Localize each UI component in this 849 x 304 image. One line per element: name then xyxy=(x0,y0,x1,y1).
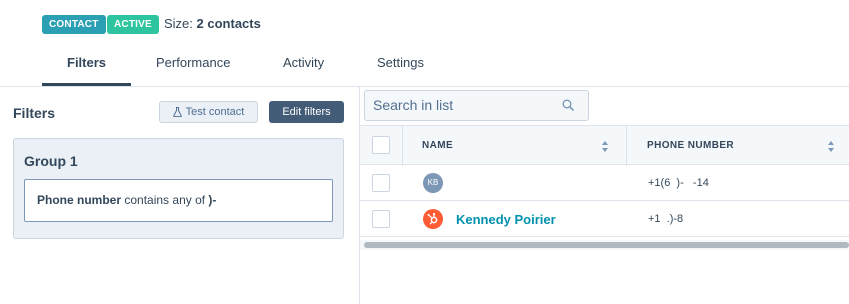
filter-group: Group 1 Phone number contains any of )- xyxy=(13,138,344,239)
column-divider xyxy=(402,126,403,166)
column-header-name[interactable]: NAME xyxy=(422,140,453,151)
flask-icon xyxy=(172,107,182,117)
list-header: CONTACT ACTIVE Size: 2 contacts xyxy=(0,0,849,45)
list-size: Size: 2 contacts xyxy=(164,16,261,31)
row-checkbox[interactable] xyxy=(372,174,390,192)
avatar: KB xyxy=(423,173,443,193)
size-value: 2 contacts xyxy=(196,16,261,31)
test-contact-button[interactable]: Test contact xyxy=(159,101,258,123)
filters-panel: Filters Test contact Edit filters Group … xyxy=(0,87,359,304)
filters-title: Filters xyxy=(13,105,56,121)
table-row: Kennedy Poirier +1 .)-8 xyxy=(360,201,849,237)
filter-value: )- xyxy=(208,193,217,207)
contact-badge: CONTACT xyxy=(42,15,106,34)
sort-icon[interactable] xyxy=(827,140,835,153)
tab-activity[interactable]: Activity xyxy=(283,55,324,70)
horizontal-scrollbar[interactable] xyxy=(364,242,849,248)
contacts-table-panel: Search in list NAME PHONE NUMBER KB +1(6… xyxy=(360,87,849,304)
column-header-phone[interactable]: PHONE NUMBER xyxy=(647,140,734,151)
edit-filters-button[interactable]: Edit filters xyxy=(269,101,344,123)
select-all-checkbox[interactable] xyxy=(372,136,390,154)
filter-operator: contains any of xyxy=(124,193,206,207)
table-header: NAME PHONE NUMBER xyxy=(360,125,849,166)
filter-property: Phone number xyxy=(37,193,122,207)
search-input[interactable]: Search in list xyxy=(364,90,589,121)
phone-number: +1 .)-8 xyxy=(648,213,714,225)
tab-bar: Filters Performance Activity Settings xyxy=(0,45,849,87)
contact-name-link[interactable]: Kennedy Poirier xyxy=(456,212,556,227)
tab-filters[interactable]: Filters xyxy=(67,55,106,70)
size-label: Size: xyxy=(164,16,193,31)
tab-performance[interactable]: Performance xyxy=(156,55,230,70)
search-icon[interactable] xyxy=(562,99,574,111)
search-placeholder: Search in list xyxy=(373,97,454,113)
active-tab-indicator xyxy=(42,83,131,86)
phone-number: +1(6 )- -14 xyxy=(648,177,718,189)
group-title: Group 1 xyxy=(24,153,78,169)
test-contact-label: Test contact xyxy=(185,106,245,118)
table-row: KB +1(6 )- -14 xyxy=(360,165,849,201)
active-badge: ACTIVE xyxy=(107,15,159,34)
column-divider xyxy=(626,126,627,166)
sort-icon[interactable] xyxy=(601,140,609,153)
filter-rule[interactable]: Phone number contains any of )- xyxy=(24,179,333,222)
hubspot-sprocket-icon xyxy=(423,209,443,229)
row-checkbox[interactable] xyxy=(372,210,390,228)
tab-settings[interactable]: Settings xyxy=(377,55,424,70)
